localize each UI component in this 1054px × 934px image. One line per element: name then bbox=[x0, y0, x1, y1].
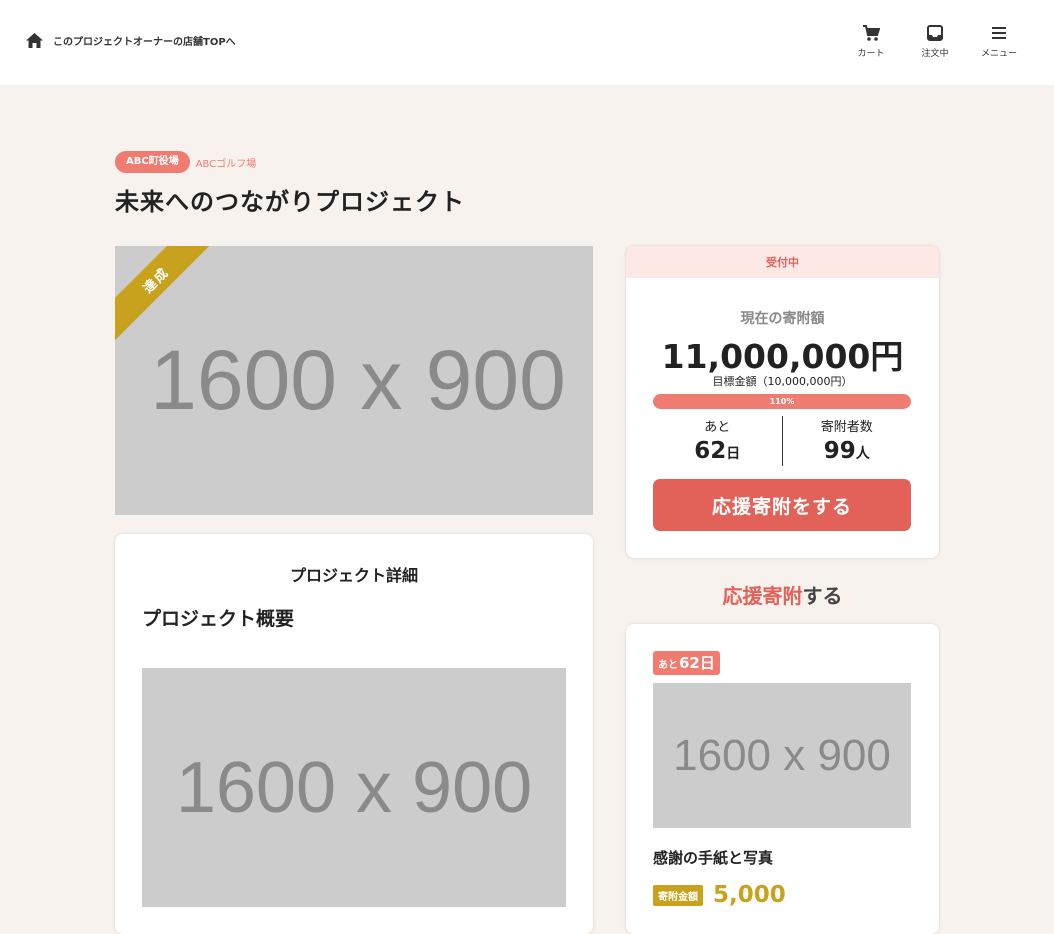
details-image-placeholder: 1600 x 900 bbox=[175, 747, 533, 828]
remaining-days-unit: 日 bbox=[726, 446, 741, 462]
reward-image: 1600 x 900 bbox=[653, 683, 911, 828]
reward-image-placeholder: 1600 x 900 bbox=[673, 730, 891, 780]
reward-card[interactable]: あと 62日 1600 x 900 感謝の手紙と写真 寄附金額 5,000 bbox=[626, 624, 939, 934]
project-tags: ABC町役場 ABCゴルフ場 bbox=[115, 151, 256, 173]
donor-count-number: 99 bbox=[823, 438, 856, 464]
support-heading-accent: 応援寄附 bbox=[722, 584, 803, 608]
details-heading: プロジェクト詳細 bbox=[289, 566, 418, 585]
reward-price-row: 寄附金額 5,000 bbox=[653, 882, 786, 908]
nav-cart[interactable]: カート bbox=[854, 24, 888, 59]
store-top-link[interactable]: このプロジェクトオーナーの店舗TOPへ bbox=[26, 33, 236, 48]
remaining-days-number: 62 bbox=[694, 438, 727, 464]
progress-fill: 110% bbox=[653, 394, 911, 409]
donate-button[interactable]: 応援寄附をする bbox=[653, 479, 911, 531]
price-label-badge: 寄附金額 bbox=[653, 884, 703, 906]
remaining-days-label: あと bbox=[704, 420, 731, 435]
project-details-card: プロジェクト詳細 プロジェクト概要 1600 x 900 bbox=[115, 534, 593, 934]
progress-bar: 110% bbox=[653, 394, 911, 409]
progress-label: 110% bbox=[769, 397, 795, 406]
nav-orders[interactable]: 注文中 bbox=[918, 24, 952, 59]
goal-amount: 目標金額（10,000,000円） bbox=[712, 375, 853, 388]
status-badge: 受付中 bbox=[626, 246, 939, 278]
page-title: 未来へのつながりプロジェクト bbox=[115, 188, 465, 216]
home-icon bbox=[26, 33, 43, 48]
donor-count-stat: 寄附者数 99人 bbox=[783, 416, 912, 466]
site-header: このプロジェクトオーナーの店舗TOPへ カート 注文中 メニュー bbox=[0, 0, 1054, 85]
reward-days-badge: あと 62日 bbox=[653, 651, 720, 675]
donor-count-value: 99人 bbox=[824, 438, 870, 464]
nav-menu[interactable]: メニュー bbox=[981, 24, 1018, 59]
nav-orders-label: 注文中 bbox=[921, 49, 949, 59]
municipality-tag[interactable]: ABC町役場 bbox=[115, 151, 190, 173]
stats-row: あと 62日 寄附者数 99人 bbox=[653, 416, 911, 466]
price-value: 5,000 bbox=[713, 882, 786, 908]
main-image-placeholder: 1600 x 900 bbox=[150, 333, 566, 427]
reward-title: 感謝の手紙と写真 bbox=[653, 849, 774, 867]
nav-cart-label: カート bbox=[857, 49, 885, 59]
remaining-days-value: 62日 bbox=[694, 438, 740, 464]
cart-icon bbox=[863, 25, 880, 41]
donor-count-unit: 人 bbox=[855, 446, 870, 462]
nav-menu-label: メニュー bbox=[981, 49, 1018, 59]
reward-days-prefix: あと bbox=[658, 660, 678, 671]
store-top-link-label: このプロジェクトオーナーの店舗TOPへ bbox=[53, 37, 236, 48]
donor-count-label: 寄附者数 bbox=[820, 420, 873, 435]
support-heading-rest: する bbox=[802, 584, 843, 608]
current-amount: 11,000,000円 bbox=[661, 337, 904, 376]
project-main-image: 1600 x 900 達成 bbox=[115, 246, 593, 515]
current-amount-label: 現在の寄附額 bbox=[740, 311, 825, 327]
overview-heading: プロジェクト概要 bbox=[142, 608, 295, 630]
details-image: 1600 x 900 bbox=[142, 668, 566, 907]
menu-icon bbox=[992, 27, 1006, 39]
inbox-icon bbox=[927, 25, 943, 41]
remaining-days-stat: あと 62日 bbox=[653, 416, 782, 466]
reward-days-value: 62日 bbox=[679, 654, 715, 672]
support-section-heading: 応援寄附する bbox=[626, 580, 939, 609]
donation-status-card: 受付中 現在の寄附額 11,000,000円 目標金額（10,000,000円）… bbox=[626, 246, 939, 558]
header-nav: カート 注文中 メニュー bbox=[854, 24, 1018, 59]
owner-link[interactable]: ABCゴルフ場 bbox=[196, 155, 257, 170]
